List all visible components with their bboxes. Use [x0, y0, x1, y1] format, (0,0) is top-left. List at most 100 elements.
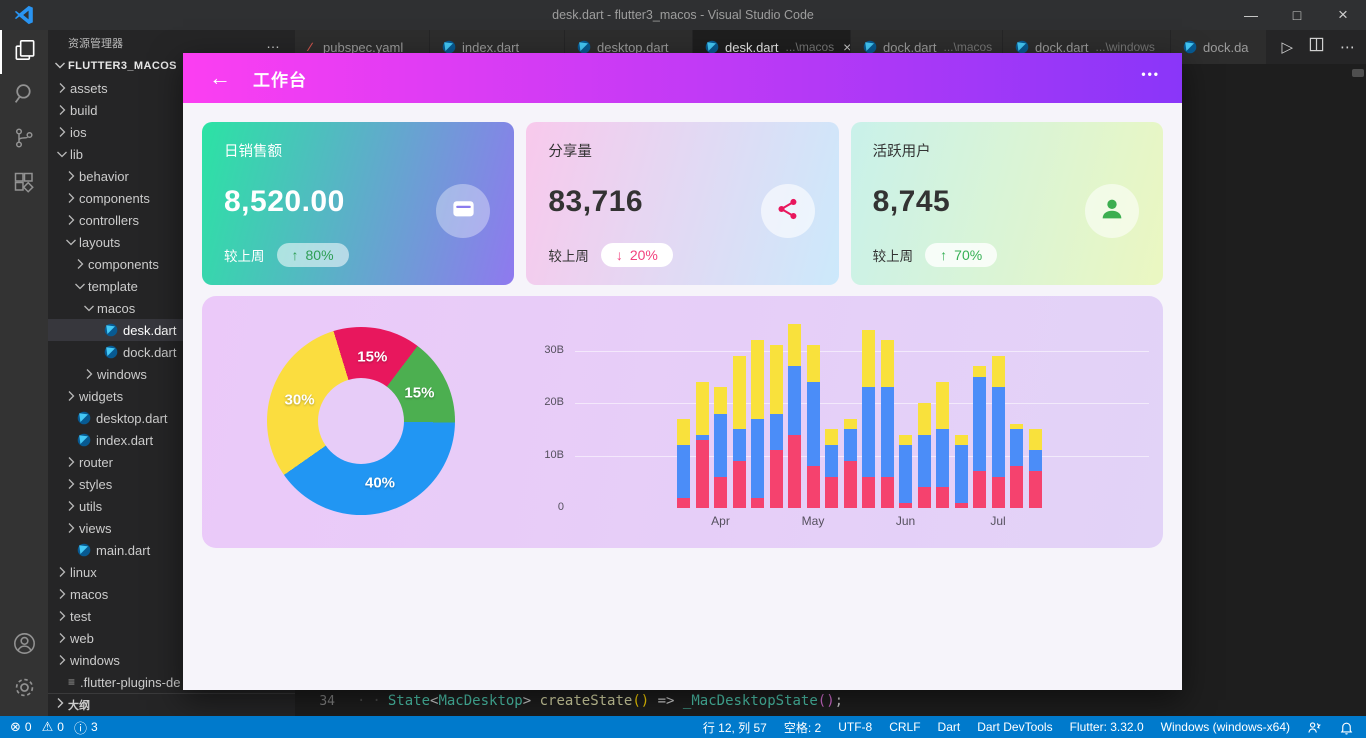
- sidebar-item-explorer[interactable]: [0, 30, 48, 74]
- tree-item-label: utils: [79, 498, 103, 514]
- bar-7: [806, 345, 820, 508]
- tab-description: ...\macos: [943, 40, 993, 54]
- bar-3-bottom: [732, 460, 746, 508]
- tree-item-label: .flutter-plugins-de: [80, 674, 181, 690]
- card-compare-label: 较上周: [872, 249, 914, 264]
- explorer-more-button[interactable]: …: [266, 35, 281, 51]
- feedback-icon[interactable]: [1307, 720, 1322, 735]
- x-tick-Apr: Apr: [711, 514, 730, 528]
- bar-18-bottom: [1010, 466, 1023, 508]
- activity-bar: [0, 30, 48, 716]
- bar-7-bottom: [806, 466, 820, 508]
- split-editor-button[interactable]: [1309, 37, 1324, 57]
- tree-item-label: lib: [70, 146, 84, 162]
- sidebar-item-search[interactable]: [0, 74, 48, 118]
- bar-16-middle: [973, 376, 986, 472]
- status-item-0[interactable]: 行 12, 列 57: [703, 719, 767, 736]
- arrow-up-icon: ↑: [940, 247, 948, 263]
- minimize-button[interactable]: —: [1228, 0, 1274, 30]
- account-button[interactable]: [0, 624, 48, 668]
- bar-chart: 0 10B 20B 30B Apr May Jun Jul: [202, 296, 1163, 548]
- status-error[interactable]: ⊗ 0: [10, 719, 32, 735]
- bar-3: [732, 355, 746, 508]
- stat-card-1[interactable]: 分享量 83,716 较上周 ↓ 20%: [526, 122, 839, 285]
- flutter-app-window: ← 工作台 ••• 日销售额 8,520.00 较上周 ↑ 80% 分享量 83,716 较上…: [183, 53, 1182, 690]
- vscode-window: desk.dart - flutter3_macos - Visual Stud…: [0, 0, 1366, 738]
- outline-section[interactable]: 大纲: [48, 693, 295, 715]
- tab-label: dock.da: [1203, 39, 1249, 55]
- bar-13: [917, 403, 931, 508]
- status-item-4[interactable]: Dart: [938, 720, 961, 734]
- bar-8: [825, 429, 838, 508]
- bar-1: [695, 382, 709, 508]
- bar-9: [843, 418, 857, 508]
- tree-item-label: components: [79, 190, 150, 206]
- sidebar-item-source-control[interactable]: [0, 118, 48, 162]
- status-item-5[interactable]: Dart DevTools: [977, 720, 1052, 734]
- tree-item-label: linux: [70, 564, 97, 580]
- bar-11-middle: [880, 387, 894, 477]
- bar-1-bottom: [695, 439, 709, 508]
- status-item-1[interactable]: 空格: 2: [784, 719, 821, 736]
- bar-8-top: [825, 429, 838, 445]
- bar-12-top: [899, 434, 912, 445]
- title-bar: desk.dart - flutter3_macos - Visual Stud…: [0, 0, 1366, 30]
- tree-item-label: windows: [97, 366, 147, 382]
- card-icon-circle: [760, 184, 815, 238]
- tab-dock-da[interactable]: dock.da: [1171, 30, 1267, 64]
- status-info[interactable]: ⓘ 3: [74, 718, 98, 737]
- bar-5: [769, 345, 783, 508]
- warning-icon: ⚠: [41, 719, 54, 734]
- dart-icon: [77, 543, 91, 557]
- tree-item-label: macos: [97, 300, 136, 316]
- dart-icon: [863, 40, 877, 54]
- bar-9-middle: [843, 429, 857, 461]
- card-icon-circle: [436, 184, 491, 238]
- y-tick-10B: 10B: [544, 448, 564, 461]
- status-item-6[interactable]: Flutter: 3.32.0: [1070, 720, 1144, 734]
- tree-item-label: desktop.dart: [96, 410, 168, 426]
- bar-6: [788, 324, 801, 508]
- status-item-3[interactable]: CRLF: [889, 720, 920, 734]
- status-warning[interactable]: ⚠ 0: [42, 719, 64, 735]
- maximize-button[interactable]: □: [1274, 0, 1320, 30]
- tree-item-label: styles: [79, 476, 113, 492]
- bar-10-middle: [862, 387, 875, 477]
- stat-card-0[interactable]: 日销售额 8,520.00 较上周 ↑ 80%: [202, 122, 515, 285]
- run-button[interactable]: ▷: [1281, 38, 1293, 56]
- tree-item-label: router: [79, 454, 113, 470]
- app-header-more-button[interactable]: •••: [1141, 67, 1160, 81]
- status-item-7[interactable]: Windows (windows-x64): [1161, 720, 1290, 734]
- close-button[interactable]: ×: [1320, 0, 1366, 30]
- bar-5-middle: [769, 413, 783, 451]
- delta-badge: ↑ 70%: [925, 243, 998, 267]
- stat-card-2[interactable]: 活跃用户 8,745 较上周 ↑ 70%: [850, 122, 1163, 285]
- sidebar-item-extensions[interactable]: [0, 162, 48, 206]
- tree-item-label: desk.dart: [123, 322, 177, 338]
- bar-12-middle: [899, 445, 912, 503]
- bar-17: [991, 355, 1005, 508]
- bar-11-top: [880, 340, 894, 388]
- bar-5-bottom: [769, 450, 783, 508]
- bar-17-middle: [991, 387, 1005, 477]
- tree-item-label: index.dart: [96, 432, 154, 448]
- status-item-2[interactable]: UTF-8: [838, 720, 872, 734]
- settings-button[interactable]: [0, 668, 48, 712]
- x-tick-Jun: Jun: [895, 514, 916, 528]
- extensions-icon: [12, 170, 36, 199]
- wallet-icon: [450, 195, 477, 227]
- chevron-down-icon: [52, 57, 68, 76]
- editor-more-button[interactable]: ⋯: [1340, 38, 1356, 56]
- bar-0-bottom: [677, 497, 690, 508]
- bar-12: [899, 434, 912, 508]
- bar-5-top: [769, 345, 783, 414]
- explorer-title: 资源管理器: [68, 37, 123, 50]
- back-button[interactable]: ←: [209, 65, 231, 91]
- error-icon: ⊗: [10, 719, 21, 734]
- status-info-count: 3: [90, 720, 98, 734]
- scrollbar-thumb[interactable]: [1352, 69, 1364, 77]
- bell-icon[interactable]: [1339, 720, 1354, 735]
- card-title: 分享量: [548, 144, 592, 160]
- bar-19-top: [1028, 429, 1042, 451]
- bar-2-bottom: [714, 476, 727, 508]
